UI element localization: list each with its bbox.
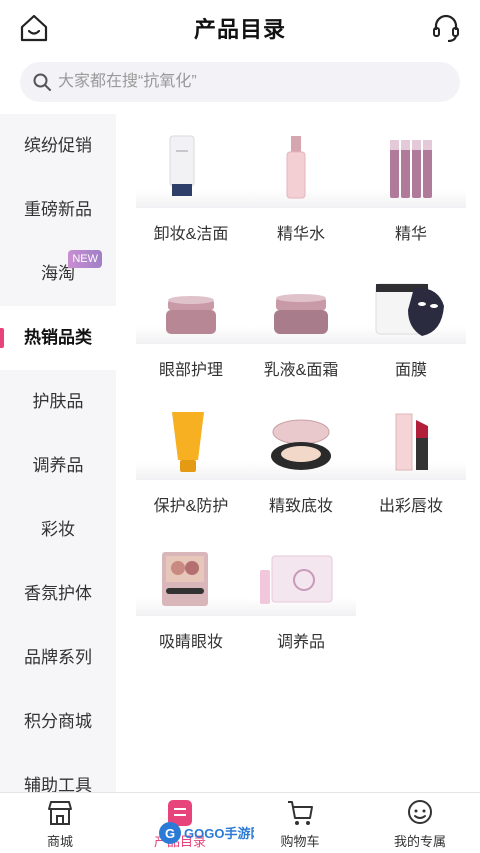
category-label: 调养品 xyxy=(276,634,325,651)
sidebar-item-makeup[interactable]: 彩妆 xyxy=(0,498,116,562)
cleanser-tube-icon xyxy=(169,135,195,196)
nav-profile[interactable]: 我的专属 xyxy=(360,793,480,853)
sunscreen-tube-icon xyxy=(172,412,204,472)
sidebar-item-promotions[interactable]: 缤纷促销 xyxy=(0,114,116,178)
sidebar-item-new-arrivals[interactable]: 重磅新品 xyxy=(0,178,116,242)
eyeshadow-palette-icon xyxy=(162,552,208,606)
category-label: 卸妆&洁面 xyxy=(153,226,229,243)
sidebar-item-label: 护肤品 xyxy=(32,392,84,411)
category-cleansing[interactable]: 卸妆&洁面 xyxy=(136,126,246,246)
toner-bottle-icon xyxy=(286,136,306,199)
category-masks[interactable]: 面膜 xyxy=(356,262,466,382)
sidebar-item-label: 彩妆 xyxy=(41,520,75,539)
category-sidebar: 缤纷促销 重磅新品 海淘 NEW 热销品类 护肤品 调养品 彩妆 香氛护体 品牌系… xyxy=(0,114,116,792)
category-label: 面膜 xyxy=(394,362,427,379)
category-label: 眼部护理 xyxy=(158,362,223,379)
lipstick-icon xyxy=(395,413,428,471)
sidebar-item-brand-series[interactable]: 品牌系列 xyxy=(0,626,116,690)
sidebar-item-label: 积分商城 xyxy=(24,712,92,731)
svg-text:G: G xyxy=(165,826,175,841)
sidebar-item-fragrance-body[interactable]: 香氛护体 xyxy=(0,562,116,626)
category-label: 精华水 xyxy=(276,226,325,243)
category-label: 精致底妆 xyxy=(268,498,333,515)
category-label: 乳液&面霜 xyxy=(263,362,339,379)
sidebar-item-skincare[interactable]: 护肤品 xyxy=(0,370,116,434)
category-supplements[interactable]: 调养品 xyxy=(246,534,356,654)
page-title: 产品目录 xyxy=(193,17,286,42)
sidebar-item-label: 缤纷促销 xyxy=(24,136,92,155)
cushion-compact-icon xyxy=(271,419,331,470)
sidebar-item-label: 香氛护体 xyxy=(24,584,92,603)
search-placeholder: 大家都在搜“抗氧化” xyxy=(58,73,197,90)
nav-label: 购物车 xyxy=(280,834,320,849)
category-lotion-cream[interactable]: 乳液&面霜 xyxy=(246,262,356,382)
cart-icon xyxy=(288,801,313,825)
category-essence-water[interactable]: 精华水 xyxy=(246,126,356,246)
category-eye-makeup[interactable]: 吸睛眼妆 xyxy=(136,534,246,654)
search-bar[interactable]: 大家都在搜“抗氧化” xyxy=(20,62,460,102)
nav-label: 我的专属 xyxy=(393,834,446,849)
sidebar-item-label: 品牌系列 xyxy=(24,648,92,667)
face-mask-icon xyxy=(375,283,444,336)
category-eye-care[interactable]: 眼部护理 xyxy=(136,262,246,382)
new-badge: NEW xyxy=(68,250,102,268)
sidebar-item-label: 辅助工具 xyxy=(24,776,92,792)
search-icon xyxy=(33,73,51,91)
watermark-logo: G GOGO手游网 xyxy=(159,822,254,844)
sidebar-item-label: 调养品 xyxy=(32,456,84,475)
eye-cream-jar-icon xyxy=(166,296,216,334)
category-label: 精华 xyxy=(394,226,427,243)
category-label: 出彩唇妆 xyxy=(378,498,443,515)
sidebar-item-points-mall[interactable]: 积分商城 xyxy=(0,690,116,754)
sidebar-item-overseas[interactable]: 海淘 NEW xyxy=(0,242,116,306)
store-icon xyxy=(48,801,72,825)
headset-icon[interactable] xyxy=(430,12,462,44)
svg-text:GOGO手游网: GOGO手游网 xyxy=(184,826,254,841)
nav-cart[interactable]: 购物车 xyxy=(240,793,360,853)
category-label: 保护&防护 xyxy=(153,498,229,515)
profile-icon xyxy=(408,800,432,824)
sidebar-item-label: 热销品类 xyxy=(24,328,92,347)
category-base-makeup[interactable]: 精致底妆 xyxy=(246,398,356,518)
nav-label: 商城 xyxy=(46,834,73,849)
supplement-box-icon xyxy=(260,555,333,604)
sidebar-item-supplements[interactable]: 调养品 xyxy=(0,434,116,498)
category-serum[interactable]: 精华 xyxy=(356,126,466,246)
category-protection[interactable]: 保护&防护 xyxy=(136,398,246,518)
nav-store[interactable]: 商城 xyxy=(0,793,120,853)
category-lip-makeup[interactable]: 出彩唇妆 xyxy=(356,398,466,518)
sidebar-item-hot-categories[interactable]: 热销品类 xyxy=(0,306,116,370)
sidebar-item-tools[interactable]: 辅助工具 xyxy=(0,754,116,792)
sidebar-item-label: 重磅新品 xyxy=(24,200,92,219)
serum-vials-icon xyxy=(390,140,432,198)
category-label: 吸睛眼妆 xyxy=(158,634,223,651)
face-cream-jar-icon xyxy=(274,294,328,334)
top-bar: 产品目录 xyxy=(0,0,480,56)
